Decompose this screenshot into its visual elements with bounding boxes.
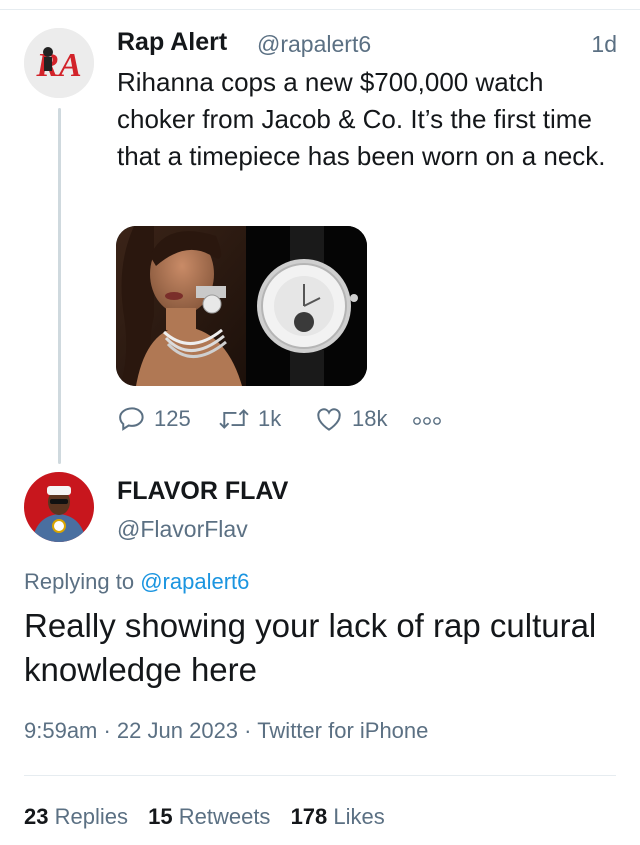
retweet-icon bbox=[219, 409, 249, 429]
replies-count: 23 bbox=[24, 804, 49, 829]
top-divider bbox=[0, 9, 640, 10]
flavor-flav-photo bbox=[24, 472, 94, 542]
likes-stat[interactable]: 178 Likes bbox=[291, 804, 385, 829]
replying-label: Replying to bbox=[24, 569, 135, 594]
more-icon bbox=[413, 417, 441, 425]
rihanna-photo bbox=[116, 226, 246, 386]
reply-action[interactable]: 125 bbox=[117, 404, 191, 434]
reply-count: 125 bbox=[154, 406, 191, 431]
like-action[interactable]: 18k bbox=[313, 404, 387, 434]
replying-to-link[interactable]: @rapalert6 bbox=[140, 569, 249, 594]
tweet-time[interactable]: 1d bbox=[591, 31, 617, 58]
avatar-logo-text: RA bbox=[35, 47, 81, 84]
replying-to: Replying to @rapalert6 bbox=[24, 569, 249, 595]
rap-alert-logo: RA bbox=[24, 28, 94, 98]
reply-icon bbox=[119, 407, 144, 431]
tweet-stats: 23 Replies 15 Retweets 178 Likes bbox=[24, 804, 399, 830]
replies-stat[interactable]: 23 Replies bbox=[24, 804, 128, 829]
author-handle[interactable]: @rapalert6 bbox=[257, 31, 371, 58]
flavor-flav-avatar[interactable] bbox=[24, 472, 94, 542]
reply-author-name[interactable]: FLAVOR FLAV bbox=[117, 477, 288, 506]
retweets-count: 15 bbox=[148, 804, 173, 829]
like-icon bbox=[317, 408, 341, 431]
tweet-actions: 125 1k 18k bbox=[117, 404, 477, 438]
tweet-header: Rap Alert @rapalert6 1d bbox=[117, 28, 617, 62]
retweet-count: 1k bbox=[258, 406, 282, 431]
reply-author-handle[interactable]: @FlavorFlav bbox=[117, 516, 248, 543]
like-count: 18k bbox=[352, 406, 388, 431]
author-name[interactable]: Rap Alert bbox=[117, 28, 227, 57]
rap-alert-avatar[interactable]: RA bbox=[24, 28, 94, 98]
likes-count: 178 bbox=[290, 804, 328, 829]
retweets-label: Retweets bbox=[178, 804, 271, 829]
likes-label: Likes bbox=[333, 804, 385, 829]
thread-connector bbox=[58, 108, 61, 464]
replies-label: Replies bbox=[54, 804, 128, 829]
tweet-media[interactable] bbox=[116, 226, 367, 386]
retweets-stat[interactable]: 15 Retweets bbox=[148, 804, 270, 829]
stats-divider bbox=[24, 775, 616, 776]
tweet-text: Rihanna cops a new $700,000 watch choker… bbox=[117, 67, 606, 171]
tweet-timestamp[interactable]: 9:59am · 22 Jun 2023 · Twitter for iPhon… bbox=[24, 718, 428, 744]
reply-text: Really showing your lack of rap cultural… bbox=[24, 607, 597, 688]
retweet-action[interactable]: 1k bbox=[217, 404, 281, 434]
more-action[interactable] bbox=[411, 408, 443, 434]
watch-photo bbox=[246, 226, 367, 386]
